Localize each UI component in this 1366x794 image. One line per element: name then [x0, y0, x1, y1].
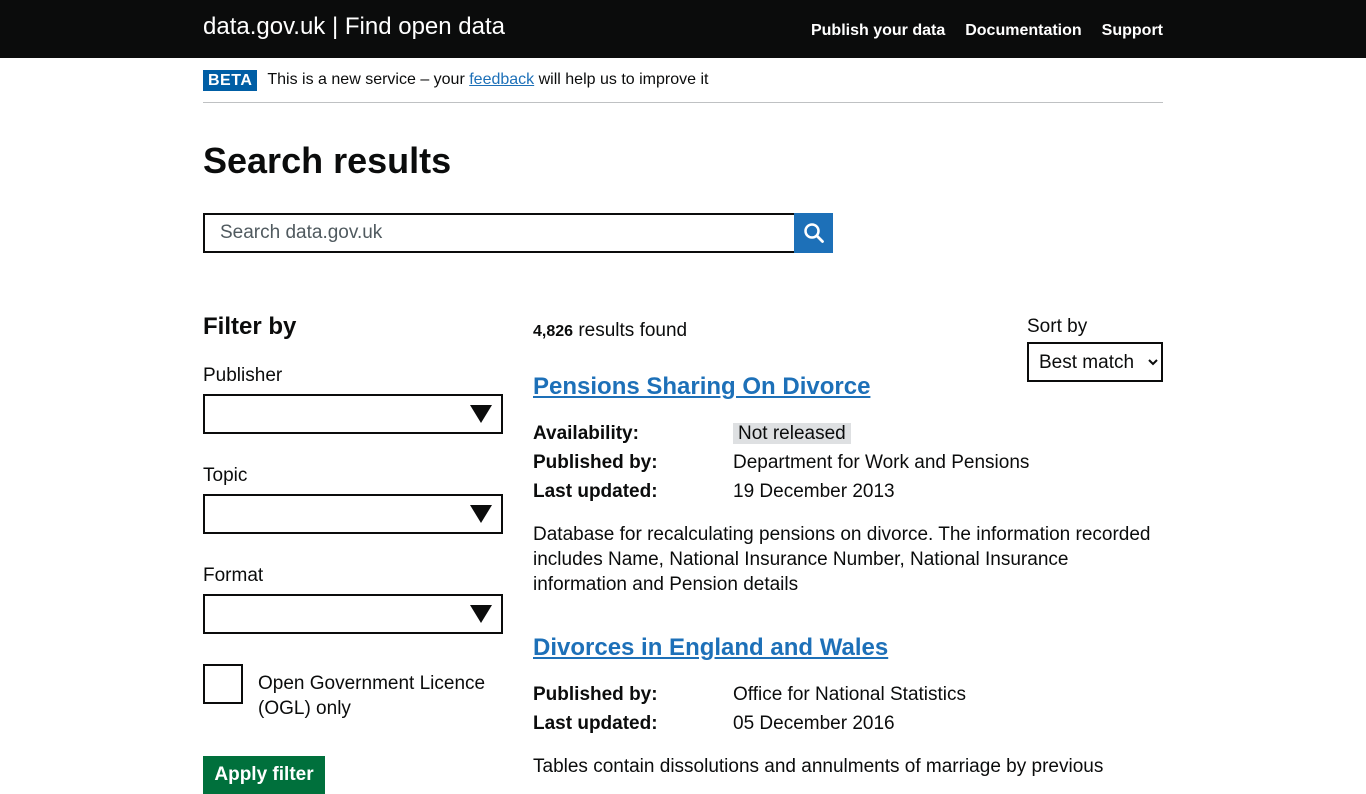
site-title-link[interactable]: data.gov.uk | Find open data	[203, 13, 505, 41]
last-updated-label: Last updated:	[533, 713, 658, 734]
format-select[interactable]	[203, 594, 503, 634]
apply-filter-button[interactable]: Apply filter	[203, 756, 325, 794]
result-item: Pensions Sharing On Divorce Availability…	[533, 373, 1163, 597]
search-icon	[803, 223, 824, 243]
result-metadata: Published by: Office for National Statis…	[533, 684, 1163, 735]
topic-select[interactable]	[203, 494, 503, 534]
beta-tag: BETA	[203, 69, 258, 91]
nav-support[interactable]: Support	[1102, 22, 1163, 40]
published-by-label: Published by:	[533, 452, 658, 473]
last-updated-value: 19 December 2013	[733, 481, 895, 502]
result-metadata: Availability: Not released Published by:…	[533, 423, 1163, 503]
search-form	[203, 213, 833, 253]
published-by-label: Published by:	[533, 684, 658, 705]
results-count: 4,826 results found	[533, 320, 687, 342]
topic-label: Topic	[203, 465, 248, 486]
ogl-checkbox-label[interactable]: Open Government Licence (OGL) only	[258, 664, 503, 721]
ogl-checkbox-row: Open Government Licence (OGL) only	[203, 664, 503, 721]
format-label: Format	[203, 565, 264, 586]
sort-control: Sort by Best match	[1027, 313, 1163, 382]
page-title: Search results	[203, 140, 452, 181]
dropdown-arrow-icon	[470, 605, 492, 623]
result-description: Tables contain dissolutions and annulmen…	[533, 756, 1104, 777]
beta-text-before: This is a new service – your	[267, 71, 470, 88]
feedback-link[interactable]: feedback	[469, 71, 534, 89]
publisher-label: Publisher	[203, 365, 283, 386]
dropdown-arrow-icon	[470, 405, 492, 423]
result-title-link[interactable]: Pensions Sharing On Divorce	[533, 373, 1163, 405]
last-updated-label: Last updated:	[533, 481, 658, 502]
site-header: data.gov.uk | Find open data Publish you…	[0, 0, 1366, 58]
published-by-value: Department for Work and Pensions	[733, 452, 1030, 473]
results-count-number: 4,826	[533, 323, 574, 340]
beta-text-after: will help us to improve it	[534, 71, 709, 88]
result-description: Database for recalculating pensions on d…	[533, 524, 1151, 595]
availability-badge: Not released	[733, 423, 851, 444]
search-button[interactable]	[794, 213, 833, 253]
nav-publish-your-data[interactable]: Publish your data	[811, 22, 945, 40]
result-title-link[interactable]: Divorces in England and Wales	[533, 634, 1163, 666]
filter-heading: Filter by	[203, 313, 297, 340]
result-item: Divorces in England and Wales Published …	[533, 634, 1163, 779]
last-updated-value: 05 December 2016	[733, 713, 895, 734]
search-input[interactable]	[203, 213, 794, 253]
results-count-suffix: results found	[573, 320, 688, 341]
availability-label: Availability:	[533, 423, 639, 444]
published-by-value: Office for National Statistics	[733, 684, 967, 705]
publisher-select[interactable]	[203, 394, 503, 434]
sort-label: Sort by	[1027, 316, 1088, 337]
beta-banner: BETA This is a new service – your feedba…	[203, 58, 1163, 103]
header-nav: Publish your data Documentation Support	[811, 22, 1163, 40]
ogl-checkbox[interactable]	[203, 664, 243, 704]
nav-documentation[interactable]: Documentation	[965, 22, 1081, 40]
dropdown-arrow-icon	[470, 505, 492, 523]
filter-panel: Filter by Publisher Topic Format Open Go…	[203, 313, 503, 794]
availability-value: Not released	[733, 423, 1163, 445]
